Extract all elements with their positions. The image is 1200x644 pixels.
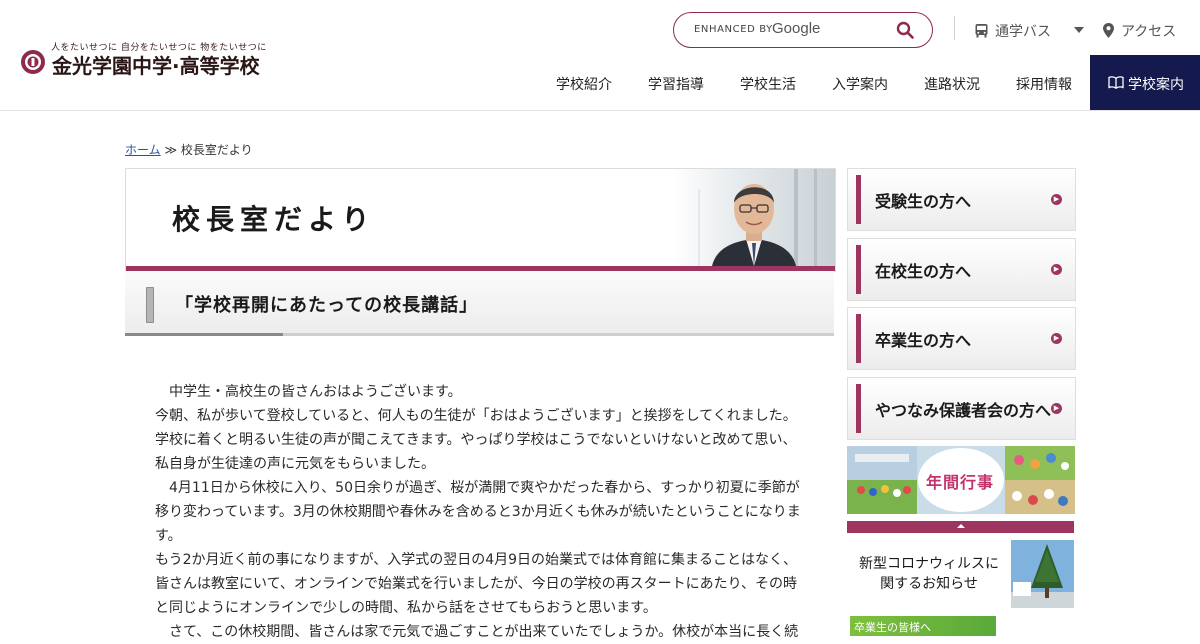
access-label: アクセス — [1121, 24, 1177, 40]
breadcrumb-home-link[interactable]: ホーム — [125, 143, 161, 157]
article-line: 皆さんは教室にいて、オンラインで始業式を行いましたが、今日の学校の再スタートにあ… — [155, 576, 798, 592]
book-icon — [1108, 76, 1124, 89]
article-line: 中学生・高校生の皆さんおはようございます。 — [155, 384, 462, 400]
chevron-right-icon: ▶ — [1051, 403, 1062, 414]
sidebar-link-alumni[interactable]: 卒業生の方へ ▶ — [847, 307, 1076, 370]
nav-item-school-life[interactable]: 学校生活 — [740, 74, 796, 94]
article-title: 「学校再開にあたっての校長講話」 — [175, 295, 479, 316]
utility-divider — [954, 16, 955, 40]
annual-events-banner[interactable]: 年間行事 — [847, 446, 1075, 514]
principal-photo — [674, 169, 835, 266]
chevron-right-icon: ▶ — [1051, 333, 1062, 344]
sidebar-link-label: やつなみ保護者会の方へ — [875, 401, 1052, 420]
bus-dropdown-caret-icon[interactable] — [1074, 27, 1084, 33]
site-header: 人をたいせつに 自分をたいせつに 物をたいせつに 金光学園中学·高等学校 ENH… — [0, 0, 1200, 111]
page-header: 校長室だより — [125, 168, 836, 272]
covid-notice-label: 新型コロナウィルスに関するお知らせ — [859, 556, 999, 592]
sidebar-link-applicants[interactable]: 受験生の方へ ▶ — [847, 168, 1076, 231]
article-line: 今朝、私が歩いて登校していると、何人もの生徒が「おはようございます」と挨拶をして… — [155, 408, 797, 424]
sidebar-link-current-students[interactable]: 在校生の方へ ▶ — [847, 238, 1076, 301]
page-title: 校長室だより — [172, 203, 376, 236]
nav-item-recruiting[interactable]: 採用情報 — [1016, 74, 1072, 94]
article-line: 私自身が生徒達の声に元気をもらいました。 — [155, 456, 435, 472]
sidebar-link-parents[interactable]: やつなみ保護者会の方へ ▶ — [847, 377, 1076, 440]
school-name: 金光学園中学·高等学校 — [52, 54, 260, 78]
school-emblem-icon — [21, 50, 45, 74]
bus-icon — [975, 24, 988, 38]
graduates-banner[interactable]: 卒業生の皆様へ — [850, 616, 996, 636]
sidebar-link-accent — [856, 245, 861, 294]
nav-item-about[interactable]: 学校紹介 — [556, 74, 612, 94]
graduates-banner-label: 卒業生の皆様へ — [854, 621, 931, 634]
article-body: 中学生・高校生の皆さんおはようございます。 今朝、私が歩いて登校していると、何人… — [155, 380, 807, 644]
sidebar-link-label: 在校生の方へ — [875, 262, 972, 281]
nav-item-academics[interactable]: 学習指導 — [648, 74, 704, 94]
bus-link[interactable]: 通学バス — [974, 21, 1051, 41]
site-search[interactable]: ENHANCED BY Google — [673, 12, 933, 48]
access-link[interactable]: アクセス — [1103, 21, 1176, 41]
tree-photo — [1011, 540, 1074, 608]
article-title-block: 「学校再開にあたっての校長講話」 — [125, 271, 834, 336]
search-enhanced-by: ENHANCED BY — [694, 24, 773, 35]
article-line: 4月11日から休校に入り、50日余りが過ぎ、桜が満開で爽やかだった春から、すっか… — [155, 480, 801, 544]
location-pin-icon — [1103, 23, 1114, 38]
title-marker — [146, 287, 154, 323]
sidebar-link-label: 受験生の方へ — [875, 192, 972, 211]
title-underline-accent — [125, 333, 283, 336]
article-line: もう2か月近く前の事になりますが、入学式の翌日の4月9日の始業式では体育館に集ま… — [155, 552, 798, 568]
breadcrumb-separator: ≫ — [164, 143, 178, 157]
nav-item-career[interactable]: 進路状況 — [924, 74, 980, 94]
article-line: 学校に着くと明るい生徒の声が聞こえてきます。やっぱり学校はこうでないといけないと… — [155, 432, 797, 448]
search-provider: Google — [772, 20, 821, 37]
scroll-top-strip[interactable] — [847, 521, 1074, 533]
sidebar-link-accent — [856, 175, 861, 224]
bus-label: 通学バス — [995, 24, 1051, 40]
sidebar-link-accent — [856, 314, 861, 363]
search-icon[interactable] — [896, 21, 914, 39]
sidebar-link-accent — [856, 384, 861, 433]
breadcrumb: ホーム ≫ 校長室だより — [125, 141, 253, 158]
chevron-up-icon — [957, 524, 965, 528]
article-line: と同じようにオンラインで少しの時間、私から話をさせてもらおうと思います。 — [155, 600, 657, 616]
sidebar-link-label: 卒業生の方へ — [875, 331, 972, 350]
chevron-right-icon: ▶ — [1051, 264, 1062, 275]
article-line: さて、この休校期間、皆さんは家で元気で過ごすことが出来ていたでしょうか。休校が本… — [155, 624, 799, 640]
school-guide-button[interactable]: 学校案内 — [1090, 55, 1200, 110]
nav-item-admissions[interactable]: 入学案内 — [832, 74, 888, 94]
breadcrumb-current: 校長室だより — [180, 143, 253, 157]
annual-events-label: 年間行事 — [926, 473, 995, 492]
school-guide-label: 学校案内 — [1128, 77, 1184, 93]
chevron-right-icon: ▶ — [1051, 194, 1062, 205]
covid-notice-link[interactable]: 新型コロナウィルスに関するお知らせ — [847, 540, 1074, 610]
